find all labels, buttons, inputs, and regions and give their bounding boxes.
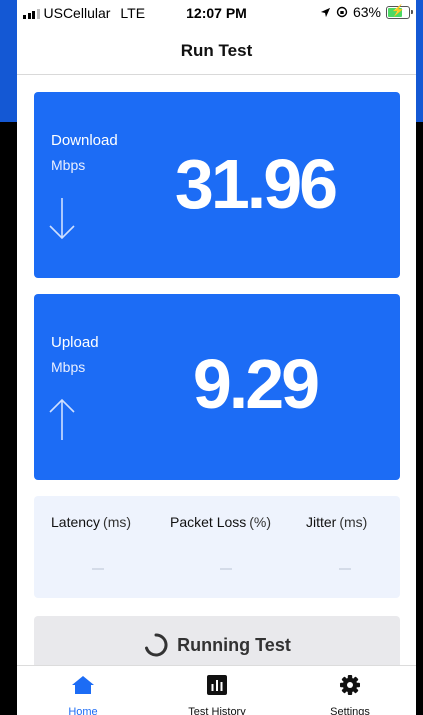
page-title: Run Test (180, 41, 253, 60)
upload-unit: Mbps (51, 359, 86, 375)
download-arrow-icon (49, 198, 75, 240)
tab-test-history[interactable]: Test History (157, 674, 277, 715)
metric-unit: (%) (249, 514, 272, 530)
metric-latency: Latency (ms) (51, 514, 131, 530)
upload-card: Upload Mbps 9.29 (34, 294, 400, 480)
running-test-label: Running Test (177, 634, 291, 655)
phone-screen: USCellular LTE 12:07 PM 63% ⚡ Run Test D… (17, 0, 416, 715)
download-speed-value: 31.96 (174, 145, 338, 223)
battery-icon: ⚡ (386, 5, 413, 19)
latency-value-placeholder (92, 568, 104, 570)
running-test-button[interactable]: Running Test (34, 616, 400, 671)
upload-arrow-icon (49, 398, 75, 440)
download-unit: Mbps (51, 157, 86, 173)
metric-label: Jitter (306, 514, 337, 530)
download-label: Download (51, 132, 118, 149)
jitter-value-placeholder (339, 568, 351, 570)
metric-label: Packet Loss (170, 514, 247, 530)
tab-label: Settings (330, 706, 370, 715)
download-card: Download Mbps 31.96 (34, 92, 400, 278)
nav-bar: Run Test (17, 26, 416, 75)
upload-speed-value: 9.29 (192, 345, 320, 423)
location-icon (320, 7, 331, 17)
tab-home[interactable]: Home (23, 674, 143, 715)
spinner-icon (145, 633, 168, 657)
upload-label: Upload (51, 334, 99, 351)
chart-icon (207, 675, 227, 695)
tab-label: Home (68, 706, 98, 715)
metric-unit: (ms) (339, 514, 368, 530)
orientation-lock-icon (336, 6, 348, 18)
packet-loss-value-placeholder (220, 568, 232, 570)
tab-label: Test History (188, 706, 246, 715)
battery-percent: 63% (352, 4, 381, 20)
tab-bar: Home Test History Settings (17, 665, 416, 715)
metric-packet-loss: Packet Loss (%) (170, 514, 271, 530)
gear-icon (340, 675, 360, 695)
status-right: 63% ⚡ (320, 4, 413, 20)
metric-unit: (ms) (103, 514, 132, 530)
metric-jitter: Jitter (ms) (306, 514, 367, 530)
status-bar: USCellular LTE 12:07 PM 63% ⚡ (17, 0, 416, 26)
home-icon (72, 676, 94, 694)
metrics-panel: Latency (ms) Packet Loss (%) Jitter (ms) (34, 496, 400, 598)
metric-label: Latency (51, 514, 101, 530)
tab-settings[interactable]: Settings (290, 674, 410, 715)
